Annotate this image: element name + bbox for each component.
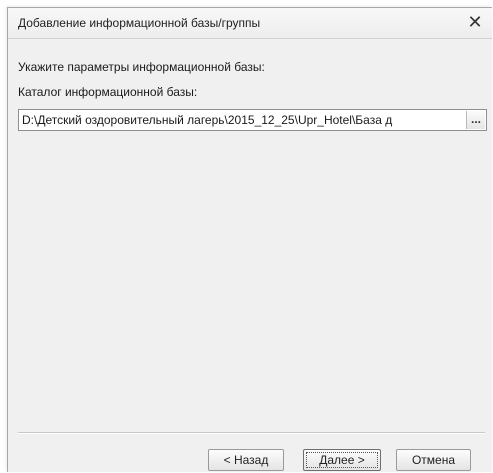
catalog-path-input[interactable] xyxy=(19,110,465,130)
next-button-label: Далее > xyxy=(306,452,378,468)
browse-button[interactable]: ... xyxy=(466,111,485,129)
dialog-window: Добавление информационной базы/группы ✕ … xyxy=(7,7,492,472)
footer-separator xyxy=(18,432,485,434)
catalog-label: Каталог информационной базы: xyxy=(18,85,198,99)
close-icon[interactable]: ✕ xyxy=(464,11,486,33)
title-bar[interactable]: Добавление информационной базы/группы ✕ xyxy=(8,8,492,39)
catalog-path-field: ... xyxy=(18,109,487,131)
cancel-button[interactable]: Отмена xyxy=(396,449,471,471)
dialog-title: Добавление информационной базы/группы xyxy=(18,16,261,30)
params-label: Укажите параметры информационной базы: xyxy=(18,60,265,74)
dialog-content: Укажите параметры информационной базы: К… xyxy=(8,39,492,472)
next-button[interactable]: Далее > xyxy=(303,449,381,471)
back-button[interactable]: < Назад xyxy=(208,449,284,471)
